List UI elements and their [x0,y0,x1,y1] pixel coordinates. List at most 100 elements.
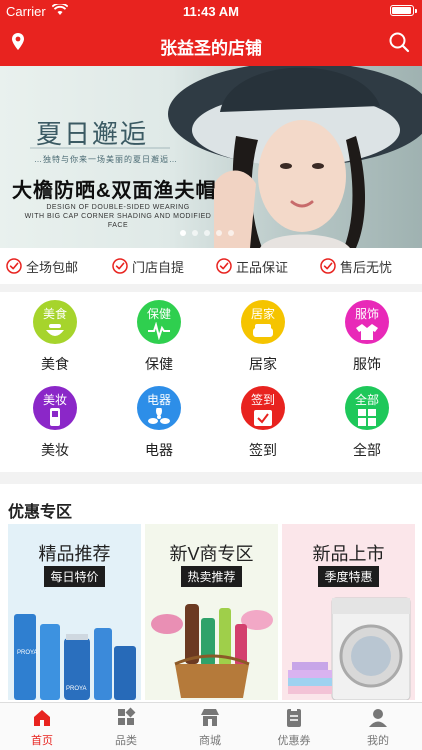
health-icon [148,322,170,340]
product-brand-label: PROYA [66,686,87,692]
tab-label: 商城 [199,735,221,747]
category-label: 居家 [249,356,277,372]
battery-icon [390,5,417,16]
tab-label: 我的 [367,735,389,747]
category-badge-text: 美食 [42,307,67,321]
check-circle-icon [320,258,336,274]
promo-card-title: 精品推荐 [38,544,111,564]
product-brand-label: PROYA [17,650,38,656]
banner-title: 大檐防晒&双面渔夫帽 [12,180,217,202]
check-circle-icon [6,258,22,274]
category-badge: 全部 [345,386,389,430]
category-签到[interactable]: 签到 签到 [218,378,308,468]
tab-user[interactable]: 我的 [336,703,420,750]
status-bar: Carrier 11:43 AM [0,0,422,22]
carousel-dot[interactable] [192,230,198,236]
category-电器[interactable]: 电器 电器 [114,378,204,468]
category-badge-text: 保健 [146,307,171,321]
category-icon [118,707,136,725]
promo-card-featured[interactable]: 精品推荐 每日特价 PROYA PROYA [8,524,141,700]
category-label: 美妆 [41,442,69,458]
category-badge: 电器 [137,386,181,430]
carousel-dot[interactable] [228,230,234,236]
category-badge: 保健 [137,300,181,344]
nav-bar: 张益圣的店铺 [0,22,422,66]
category-badge-text: 全部 [354,393,379,407]
washing-machine-image [288,597,411,700]
promo-card-title: 新品上市 [312,544,385,564]
food-icon [46,324,64,336]
fan-icon [148,408,170,424]
banner-headline-art: 夏日邂逅 [36,120,149,150]
service-guarantee-label: 售后无忧 [340,259,393,275]
promo-card-subtitle: 热卖推荐 [181,566,242,587]
clothing-icon [356,324,378,340]
service-guarantee-item: 门店自提 [112,248,184,284]
banner-subtitle-line2: WITH BIG CAP CORNER SHADING AND MODIFIED… [24,213,212,229]
service-guarantee-label: 正品保证 [236,259,289,275]
promo-card-new-arrivals[interactable]: 新品上市 季度特惠 [282,524,415,700]
category-badge-text: 美妆 [42,393,67,407]
grid-all-icon [358,409,376,426]
category-label: 美食 [41,356,69,372]
tab-category[interactable]: 品类 [84,703,168,750]
promo-card-vshop[interactable]: 新V商专区 热卖推荐 [145,524,278,700]
tab-label: 品类 [115,735,137,747]
category-label: 服饰 [353,356,381,372]
category-美食[interactable]: 美食 美食 [10,292,100,382]
banner-tagline: …独特与你来一场美丽的夏日邂逅… [34,155,178,164]
category-badge-text: 电器 [146,393,171,407]
category-badge: 居家 [241,300,285,344]
service-guarantee-item: 全场包邮 [6,248,78,284]
promo-card-subtitle: 季度特惠 [318,566,379,587]
category-badge-text: 居家 [250,307,275,321]
check-circle-icon [216,258,232,274]
banner-subtitle-line1: DESIGN OF DOUBLE-SIDED WEARING [46,204,190,211]
service-guarantee-item: 正品保证 [216,248,288,284]
service-guarantees: 全场包邮 门店自提 正品保证 售后无忧 [0,248,422,284]
tab-bar: 首页 品类 商城 优惠券 我的 [0,702,422,750]
category-badge: 签到 [241,386,285,430]
category-badge-text: 签到 [250,393,275,407]
check-circle-icon [112,258,128,274]
promo-heading: 优惠专区 [8,504,73,521]
banner-subtitle: DESIGN OF DOUBLE-SIDED WEARING WITH BIG … [18,203,218,230]
tab-home[interactable]: 首页 [0,703,84,750]
category-label: 电器 [145,442,173,458]
tab-label: 首页 [31,735,53,747]
skincare-products-image: PROYA PROYA [14,614,136,700]
category-保健[interactable]: 保健 保健 [114,292,204,382]
tab-coupon[interactable]: 优惠券 [252,703,336,750]
category-badge-text: 服饰 [354,307,379,321]
banner-carousel[interactable]: 夏日邂逅 …独特与你来一场美丽的夏日邂逅… 大檐防晒&双面渔夫帽 DESIGN … [0,66,422,248]
tab-label: 优惠券 [277,735,311,747]
category-badge: 服饰 [345,300,389,344]
category-美妆[interactable]: 美妆 美妆 [10,378,100,468]
carousel-dot[interactable] [216,230,222,236]
category-label: 全部 [353,442,381,458]
search-icon[interactable] [388,31,410,53]
clock: 11:43 AM [183,4,239,19]
tab-store[interactable]: 商城 [168,703,252,750]
promo-card-subtitle: 每日特价 [44,566,105,587]
carousel-dot[interactable] [204,230,210,236]
user-icon [369,709,387,727]
page-title: 张益圣的店铺 [160,39,262,58]
makeup-icon [50,408,60,426]
carousel-dot[interactable] [180,230,186,236]
gift-basket-image [151,604,273,698]
category-居家[interactable]: 居家 居家 [218,292,308,382]
calendar-check-icon [254,410,272,426]
promo-section: 优惠专区 精品推荐 每日特价 PROYA PROYA 新V商专区 热卖推荐 新品… [0,484,422,702]
home-icon [34,710,50,726]
category-全部[interactable]: 全部 全部 [322,378,412,468]
promo-card-title: 新V商专区 [169,544,254,564]
home-sofa-icon [253,324,273,337]
coupon-icon [287,708,301,727]
service-guarantee-label: 全场包邮 [26,259,79,275]
store-icon [201,709,219,726]
category-服饰[interactable]: 服饰 服饰 [322,292,412,382]
category-badge: 美食 [33,300,77,344]
category-label: 保健 [145,356,173,372]
service-guarantee-item: 售后无忧 [320,248,392,284]
